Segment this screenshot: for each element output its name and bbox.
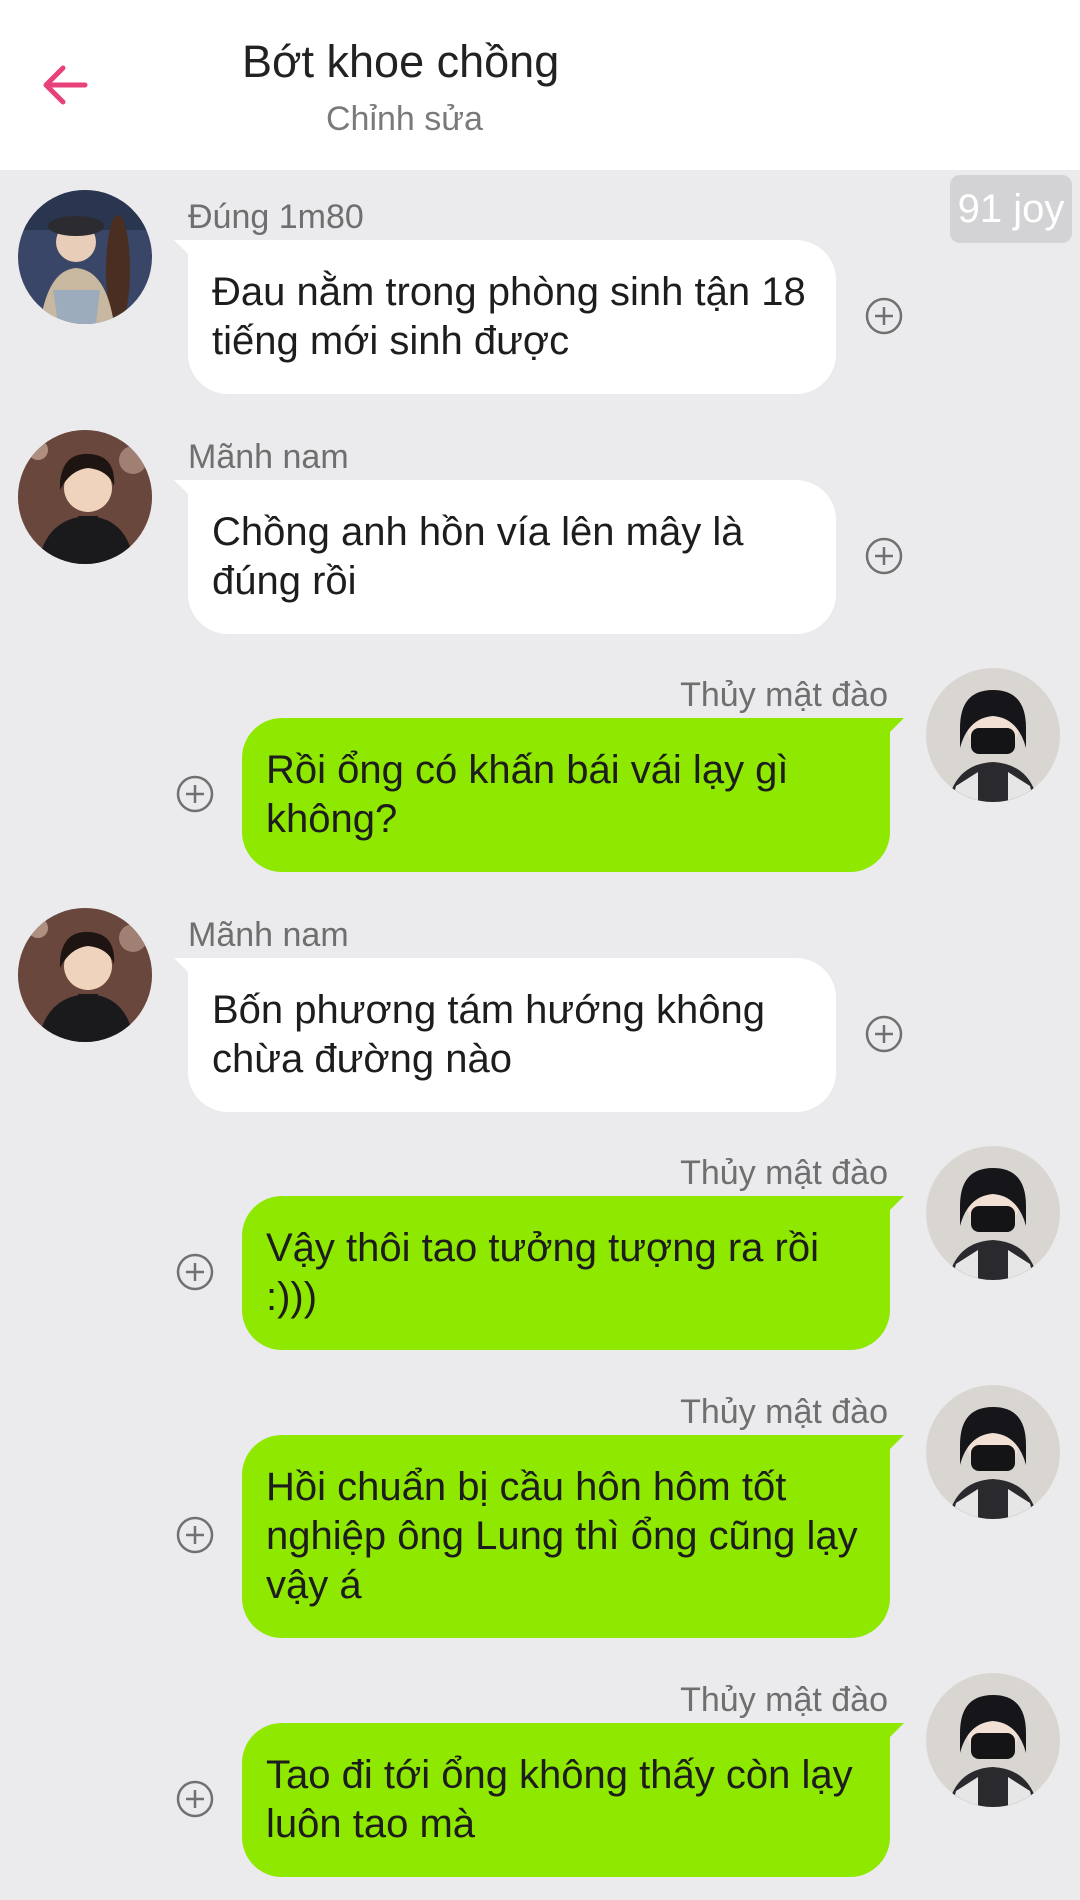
back-arrow-icon — [43, 65, 88, 105]
avatar[interactable] — [926, 1385, 1060, 1519]
back-button[interactable] — [30, 50, 100, 120]
avatar[interactable] — [926, 668, 1060, 802]
message-item: Thủy mật đào Vậy thôi tao tưởng tượng ra… — [0, 1146, 1080, 1356]
message-item: Mãnh nam Bốn phương tám hướng không chừa… — [0, 908, 1080, 1118]
message-bubble[interactable]: Hồi chuẩn bị cầu hôn hôm tốt nghiệp ông … — [242, 1435, 904, 1638]
add-reaction-icon[interactable] — [175, 1515, 215, 1555]
avatar[interactable] — [926, 1146, 1060, 1280]
sender-name: Thủy mật đào — [680, 1154, 888, 1192]
edit-link[interactable]: Chỉnh sửa — [326, 100, 483, 139]
message-item: Thủy mật đào Rồi ổng có khấn bái vái lạy… — [0, 668, 1080, 878]
message-item: Thủy mật đào Tao đi tới ổng không thấy c… — [0, 1673, 1080, 1883]
message-bubble[interactable]: Chồng anh hồn vía lên mây là đúng rồi — [174, 480, 836, 634]
add-reaction-icon[interactable] — [175, 774, 215, 814]
message-bubble[interactable]: Tao đi tới ổng không thấy còn lạy luôn t… — [242, 1723, 904, 1877]
add-reaction-icon[interactable] — [864, 1014, 904, 1054]
header-bar: Bớt khoe chồng Chỉnh sửa — [0, 0, 1080, 170]
message-item: Đúng 1m80 Đau nằm trong phòng sinh tận 1… — [0, 190, 1080, 400]
sender-name: Thủy mật đào — [680, 1681, 888, 1719]
add-reaction-icon[interactable] — [175, 1779, 215, 1819]
add-reaction-icon[interactable] — [175, 1252, 215, 1292]
avatar[interactable] — [18, 430, 152, 564]
sender-name: Mãnh nam — [188, 438, 349, 476]
message-item: Mãnh nam Chồng anh hồn vía lên mây là đú… — [0, 430, 1080, 640]
sender-name: Thủy mật đào — [680, 1393, 888, 1431]
avatar[interactable] — [926, 1673, 1060, 1807]
avatar[interactable] — [18, 908, 152, 1042]
add-reaction-icon[interactable] — [864, 536, 904, 576]
add-reaction-icon[interactable] — [864, 296, 904, 336]
avatar[interactable] — [18, 190, 152, 324]
conversation-title: Bớt khoe chồng — [242, 36, 560, 87]
sender-name: Đúng 1m80 — [188, 198, 364, 236]
message-bubble[interactable]: Bốn phương tám hướng không chừa đường nà… — [174, 958, 836, 1112]
message-item: Thủy mật đào Hồi chuẩn bị cầu hôn hôm tố… — [0, 1385, 1080, 1645]
sender-name: Mãnh nam — [188, 916, 349, 954]
message-bubble[interactable]: Đau nằm trong phòng sinh tận 18 tiếng mớ… — [174, 240, 836, 394]
sender-name: Thủy mật đào — [680, 676, 888, 714]
message-bubble[interactable]: Rồi ổng có khấn bái vái lạy gì không? — [242, 718, 904, 872]
message-bubble[interactable]: Vậy thôi tao tưởng tượng ra rồi :))) — [242, 1196, 904, 1350]
